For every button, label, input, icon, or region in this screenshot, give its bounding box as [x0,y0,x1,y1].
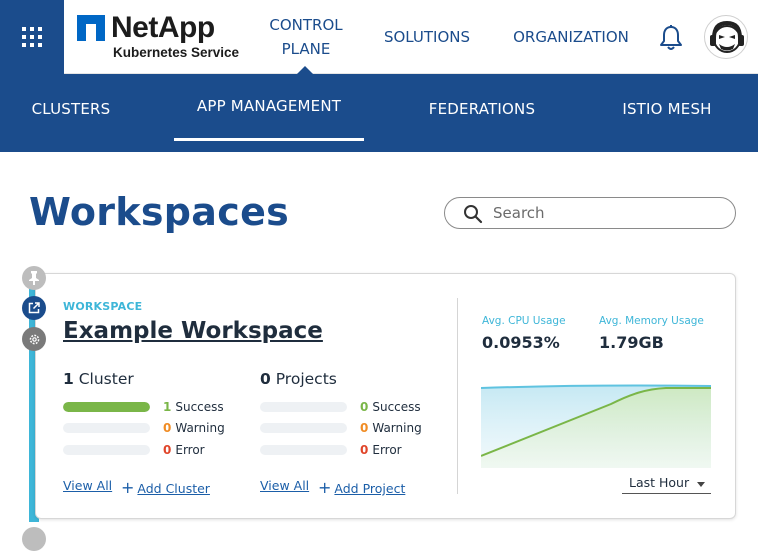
card-divider [457,298,458,494]
project-warning-bar [260,423,347,433]
avatar[interactable] [704,15,748,59]
brand-name: NetApp [111,11,215,44]
gear-icon [29,334,39,344]
cluster-error-row: 0 Error [63,443,205,457]
sub-navigation: CLUSTERS APP MANAGEMENT FEDERATIONS ISTI… [0,74,758,152]
cluster-label: Cluster [78,370,134,388]
apps-grid-icon [22,27,42,47]
settings-button[interactable] [22,327,46,351]
projects-view-all-link[interactable]: View All [260,478,309,493]
chevron-down-icon [697,482,705,487]
workspace-kicker: WORKSPACE [63,300,143,313]
open-workspace-button[interactable] [22,296,46,320]
nav-control-plane[interactable]: CONTROL PLANE [262,0,350,74]
plus-icon: + [318,478,332,497]
tab-app-management[interactable]: APP MANAGEMENT [174,74,364,141]
nav-organization[interactable]: ORGANIZATION [508,0,634,74]
cluster-success-fill [63,402,150,412]
workspace-name-link[interactable]: Example Workspace [63,318,323,344]
time-range-select[interactable]: Last Hour [622,474,711,494]
error-label: Error [175,443,205,457]
bell-icon[interactable] [658,24,684,52]
pin-icon [29,271,39,285]
external-link-icon [28,302,40,314]
memory-usage-label: Avg. Memory Usage [599,315,704,327]
time-range-value: Last Hour [629,475,690,490]
project-error-bar [260,445,347,455]
success-label: Success [372,400,421,414]
search-icon [464,205,483,224]
project-error-row: 0 Error [260,443,402,457]
project-success-row: 0 Success [260,400,421,414]
plus-icon: + [121,478,135,497]
cluster-success-row: 1 Success [63,400,224,414]
cluster-count-title: 1 Cluster [63,370,134,388]
cluster-warning-count: 0 [163,421,172,435]
tab-clusters[interactable]: CLUSTERS [20,74,122,144]
usage-sparkline-chart [481,384,711,468]
project-label: Projects [275,370,337,388]
apps-grid-button[interactable] [0,0,64,74]
cpu-usage-value: 0.0953% [482,333,560,352]
cluster-success-count: 1 [163,400,172,414]
netapp-logo[interactable]: NetApp Kubernetes Service [77,11,240,62]
clusters-view-all-link[interactable]: View All [63,478,112,493]
page-title: Workspaces [29,190,290,234]
user-avatar-icon [710,20,744,53]
pin-button[interactable] [22,266,46,290]
project-count-title: 0 Projects [260,370,337,388]
project-success-bar [260,402,347,412]
tab-federations[interactable]: FEDERATIONS [416,74,548,144]
cluster-error-count: 0 [163,443,172,457]
cluster-warning-row: 0 Warning [63,421,225,435]
search-box[interactable] [444,197,736,229]
project-success-count: 0 [360,400,369,414]
netapp-mark-icon [77,15,105,41]
success-label: Success [175,400,224,414]
cluster-warning-bar [63,423,150,433]
add-cluster-link[interactable]: + Add Cluster [121,478,210,497]
project-warning-count: 0 [360,421,369,435]
cpu-usage-label: Avg. CPU Usage [482,315,566,327]
nav-solutions[interactable]: SOLUTIONS [378,0,476,74]
project-error-count: 0 [360,443,369,457]
tab-istio-mesh[interactable]: ISTIO MESH [608,74,726,144]
product-name: Kubernetes Service [113,45,240,60]
cluster-count: 1 [63,370,74,388]
memory-usage-value: 1.79GB [599,333,664,352]
cluster-success-bar [63,402,150,412]
add-project-link[interactable]: + Add Project [318,478,405,497]
top-bar: NetApp Kubernetes Service CONTROL PLANE … [0,0,758,75]
cluster-error-bar [63,445,150,455]
warning-label: Warning [372,421,422,435]
project-count: 0 [260,370,271,388]
error-label: Error [372,443,402,457]
project-warning-row: 0 Warning [260,421,422,435]
search-input[interactable] [493,202,723,224]
warning-label: Warning [175,421,225,435]
add-cluster-label: Add Cluster [137,481,210,496]
add-project-label: Add Project [334,481,406,496]
